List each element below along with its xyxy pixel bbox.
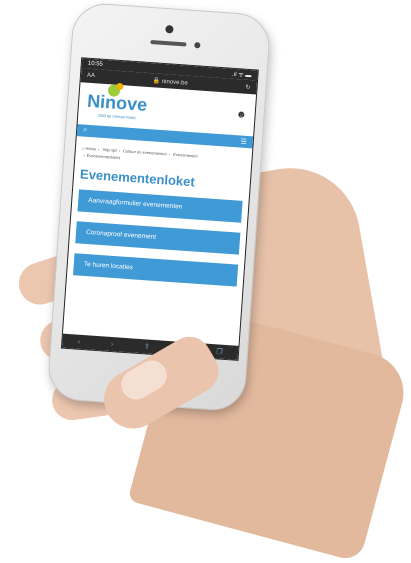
share-icon[interactable]: ⇪ (144, 342, 150, 350)
text-size-button[interactable]: AA (87, 73, 95, 80)
button-te-huren-locaties[interactable]: Te huren locaties (73, 253, 239, 287)
proximity-sensor (194, 42, 201, 49)
breadcrumb-home[interactable]: Home (85, 146, 96, 152)
logo-wordmark: Ninove (86, 82, 148, 116)
home-icon: ⌂ (81, 145, 85, 151)
button-coronaproof[interactable]: Coronaproof evenement (75, 221, 241, 255)
back-icon[interactable]: ‹ (78, 338, 81, 345)
user-icon[interactable]: ☻ (236, 109, 247, 121)
reload-icon[interactable]: ↻ (245, 83, 251, 90)
earpiece-speaker (150, 40, 187, 47)
signal-icon: .ıl ᯤ ▬ (231, 71, 252, 80)
status-time: 10:55 (87, 60, 104, 68)
search-icon[interactable]: ⌕ (83, 127, 87, 135)
breadcrumb-current: Evenementenloket (86, 152, 121, 161)
forward-icon[interactable]: › (111, 340, 114, 347)
breadcrumb-evenementen[interactable]: Evenementen (173, 152, 198, 159)
tabs-icon[interactable]: ❐ (216, 347, 223, 355)
url-text: ninove.be (161, 78, 188, 87)
front-camera (165, 25, 174, 34)
site-logo[interactable]: Ninove stad op mensenmaat (86, 82, 148, 121)
menu-icon[interactable]: ☰ (240, 138, 247, 146)
breadcrumb-cultuur[interactable]: Cultuur en evenementen (123, 148, 167, 156)
lock-icon: 🔒 (152, 77, 161, 85)
url-display[interactable]: 🔒 ninove.be (152, 77, 188, 86)
phone-screen: 10:55 .ıl ᯤ ▬ AA 🔒 ninove.be ↻ Ninove st… (60, 57, 259, 361)
breadcrumb-vrije-tijd[interactable]: Vrije tijd (102, 147, 116, 153)
logo-yellow-dot (116, 82, 124, 91)
